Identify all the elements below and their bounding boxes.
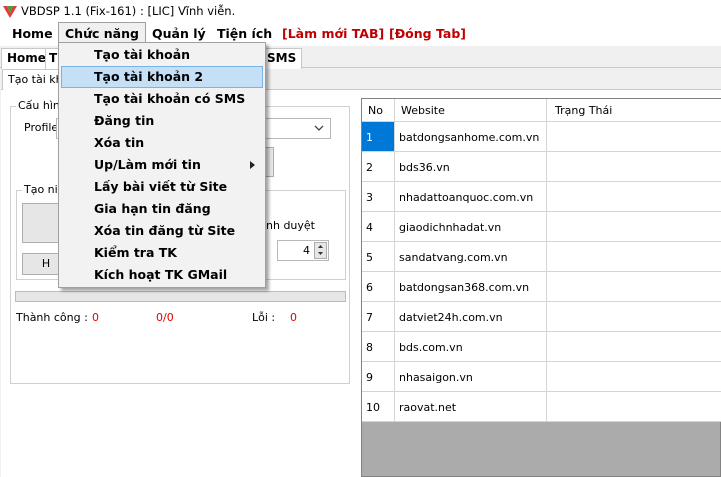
cell-status[interactable]: [547, 272, 721, 302]
table-row[interactable]: 4 giaodichnhadat.vn: [362, 212, 721, 242]
menu-item-gia-han-tin-dang[interactable]: Gia hạn tin đăng: [61, 198, 263, 220]
cell-status[interactable]: [547, 242, 721, 272]
cell-website[interactable]: batdongsan368.com.vn: [395, 272, 547, 302]
menu-item-dang-tin[interactable]: Đăng tin: [61, 110, 263, 132]
menu-item-up-lam-moi-tin[interactable]: Up/Làm mới tin: [61, 154, 263, 176]
table-row[interactable]: 1 batdongsanhome.com.vn: [362, 122, 721, 152]
cell-no[interactable]: 10: [362, 392, 395, 422]
spinner-up-icon[interactable]: [315, 243, 326, 250]
submenu-arrow-icon: [250, 161, 255, 169]
menu-refresh-tab[interactable]: [Làm mới TAB]: [276, 22, 390, 46]
cell-no[interactable]: 5: [362, 242, 395, 272]
cell-status[interactable]: [547, 362, 721, 392]
browser-count-spinner[interactable]: 4: [277, 240, 329, 261]
chevron-down-icon: [314, 125, 324, 131]
menu-item-tao-tai-khoan[interactable]: Tạo tài khoản: [61, 44, 263, 66]
success-count: 0: [92, 311, 99, 324]
vbdsp-logo-icon: [3, 6, 17, 18]
success-label: Thành công :: [16, 311, 88, 324]
menu-item-tao-tai-khoan-2[interactable]: Tạo tài khoản 2: [61, 66, 263, 88]
progress-bar: [15, 291, 346, 302]
cell-website[interactable]: bds36.vn: [395, 152, 547, 182]
cell-website[interactable]: raovat.net: [395, 392, 547, 422]
error-label: Lỗi :: [252, 311, 276, 324]
table-row[interactable]: 2 bds36.vn: [362, 152, 721, 182]
cell-no[interactable]: 8: [362, 332, 395, 362]
title-bar: VBDSP 1.1 (Fix-161) : [LIC] Vĩnh viễn.: [0, 0, 721, 22]
cell-status[interactable]: [547, 152, 721, 182]
table-row[interactable]: 9 nhasaigon.vn: [362, 362, 721, 392]
progress-text: 0/0: [156, 311, 174, 324]
spinner-down-icon[interactable]: [315, 250, 326, 258]
cell-website[interactable]: giaodichnhadat.vn: [395, 212, 547, 242]
cell-no[interactable]: 6: [362, 272, 395, 302]
cell-status[interactable]: [547, 212, 721, 242]
menu-item-kich-hoat-tk-gmail[interactable]: Kích hoạt TK GMail: [61, 264, 263, 286]
column-header-status[interactable]: Trạng Thái: [547, 99, 721, 122]
cell-no[interactable]: 2: [362, 152, 395, 182]
cell-status[interactable]: [547, 392, 721, 422]
table-row[interactable]: 7 datviet24h.com.vn: [362, 302, 721, 332]
cell-website[interactable]: sandatvang.com.vn: [395, 242, 547, 272]
table-row[interactable]: 10 raovat.net: [362, 392, 721, 422]
menu-item-lay-bai-viet-tu-site[interactable]: Lấy bài viết từ Site: [61, 176, 263, 198]
cell-status[interactable]: [547, 332, 721, 362]
table-row[interactable]: 8 bds.com.vn: [362, 332, 721, 362]
cell-status[interactable]: [547, 182, 721, 212]
tab-sms[interactable]: SMS: [262, 48, 303, 69]
browser-label: nh duyệt: [266, 219, 315, 232]
cell-no[interactable]: 7: [362, 302, 395, 332]
table-row[interactable]: 3 nhadattoanquoc.com.vn: [362, 182, 721, 212]
menu-item-xoa-tin-dang-tu-site[interactable]: Xóa tin đăng từ Site: [61, 220, 263, 242]
window-title: VBDSP 1.1 (Fix-161) : [LIC] Vĩnh viễn.: [21, 4, 236, 18]
menu-item-tao-tai-khoan-co-sms[interactable]: Tạo tài khoản có SMS: [61, 88, 263, 110]
column-header-no[interactable]: No: [362, 99, 395, 122]
cell-no[interactable]: 3: [362, 182, 395, 212]
chuc-nang-dropdown-menu: Tạo tài khoản Tạo tài khoản 2 Tạo tài kh…: [58, 42, 266, 288]
cell-status[interactable]: [547, 302, 721, 332]
menu-home[interactable]: Home: [6, 22, 59, 46]
cell-website[interactable]: bds.com.vn: [395, 332, 547, 362]
spinner-value: 4: [303, 244, 310, 257]
menu-item-kiem-tra-tk[interactable]: Kiểm tra TK: [61, 242, 263, 264]
cell-status[interactable]: [547, 122, 721, 152]
cell-no[interactable]: 9: [362, 362, 395, 392]
tab-partial-t[interactable]: T: [45, 48, 59, 69]
menu-close-tab[interactable]: [Đóng Tab]: [383, 22, 472, 46]
cell-no[interactable]: 1: [362, 122, 395, 152]
spinner-buttons[interactable]: [314, 242, 327, 259]
table-row[interactable]: 6 batdongsan368.com.vn: [362, 272, 721, 302]
menu-item-up-lam-moi-tin-label: Up/Làm mới tin: [94, 157, 201, 172]
table-row[interactable]: 5 sandatvang.com.vn: [362, 242, 721, 272]
website-grid: No Website Trạng Thái 1 batdongsanhome.co…: [361, 98, 721, 477]
column-header-website[interactable]: Website: [395, 99, 547, 122]
cell-website[interactable]: batdongsanhome.com.vn: [395, 122, 547, 152]
error-count: 0: [290, 311, 297, 324]
menu-item-xoa-tin[interactable]: Xóa tin: [61, 132, 263, 154]
cell-no[interactable]: 4: [362, 212, 395, 242]
cell-website[interactable]: nhasaigon.vn: [395, 362, 547, 392]
cell-website[interactable]: datviet24h.com.vn: [395, 302, 547, 332]
cell-website[interactable]: nhadattoanquoc.com.vn: [395, 182, 547, 212]
